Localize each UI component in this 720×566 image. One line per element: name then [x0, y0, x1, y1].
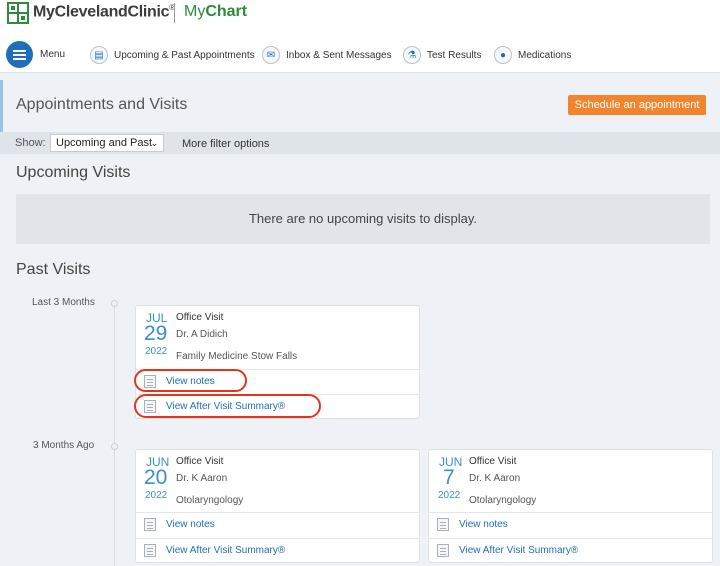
view-notes-link[interactable]: View notes: [459, 519, 508, 530]
timeline-dot: [111, 443, 118, 450]
visit-type: Office Visit: [176, 456, 224, 467]
schedule-appointment-button[interactable]: Schedule an appointment: [568, 95, 706, 115]
view-summary-row[interactable]: View After Visit Summary®: [429, 538, 712, 564]
upcoming-visits-title: Upcoming Visits: [16, 164, 131, 181]
upcoming-empty-box: There are no upcoming visits to display.: [16, 194, 710, 244]
nav-messages-label: Inbox & Sent Messages: [286, 49, 392, 61]
notes-icon: [144, 518, 156, 531]
document-icon: [437, 544, 449, 557]
view-notes-row[interactable]: View notes: [136, 512, 419, 538]
visit-year: 2022: [145, 346, 168, 357]
view-summary-row[interactable]: View After Visit Summary®: [136, 538, 419, 564]
timeline-label-last-3-months: Last 3 Months: [32, 297, 95, 308]
brand-name[interactable]: MyClevelandClinic®: [33, 3, 175, 21]
visit-doctor: Dr. K Aaron: [469, 473, 521, 484]
visit-department: Otolaryngology: [469, 495, 537, 506]
visit-year: 2022: [145, 490, 168, 501]
highlight-circle-notes: [134, 369, 247, 392]
nav-medications[interactable]: ● Medications: [494, 45, 571, 65]
document-icon: [144, 544, 156, 557]
visit-day: 20: [144, 466, 168, 489]
left-accent-bar: [0, 80, 3, 132]
brand-divider: [174, 3, 175, 23]
view-notes-row[interactable]: View notes: [429, 512, 712, 538]
view-after-visit-summary-link[interactable]: View After Visit Summary®: [459, 545, 578, 556]
upcoming-empty-text: There are no upcoming visits to display.: [248, 211, 478, 226]
timeline-label-3-months-ago: 3 Months Ago: [33, 440, 95, 451]
visit-doctor: Dr. A Didich: [176, 329, 228, 340]
visit-type: Office Visit: [176, 312, 224, 323]
page-title: Appointments and Visits: [16, 96, 188, 113]
mychart-logo[interactable]: MyChart: [184, 3, 247, 21]
envelope-icon: ✉: [262, 46, 280, 64]
visit-department: Otolaryngology: [176, 495, 244, 506]
nav-test-results[interactable]: ⚗ Test Results: [403, 45, 481, 65]
flask-icon: ⚗: [403, 46, 421, 64]
visit-department: Family Medicine Stow Falls: [176, 351, 298, 362]
nav-appointments[interactable]: ▤ Upcoming & Past Appointments: [90, 45, 255, 65]
calendar-icon: ▤: [90, 46, 108, 64]
show-filter-select[interactable]: Upcoming and Past ⌄: [50, 134, 164, 152]
nav-appointments-label: Upcoming & Past Appointments: [114, 49, 255, 61]
filter-bar: Show: Upcoming and Past ⌄ More filter op…: [0, 132, 720, 154]
visit-day: 29: [144, 322, 168, 345]
visit-day: 7: [443, 466, 455, 489]
past-visits-title: Past Visits: [16, 261, 91, 278]
highlight-circle-summary: [134, 394, 321, 418]
menu-button[interactable]: [6, 41, 33, 68]
more-filter-options-link[interactable]: More filter options: [182, 138, 269, 150]
nav-messages[interactable]: ✉ Inbox & Sent Messages: [262, 45, 392, 65]
visit-card[interactable]: JUN 20 2022 Office Visit Dr. K Aaron Oto…: [135, 449, 420, 563]
visit-type: Office Visit: [469, 456, 517, 467]
nav-medications-label: Medications: [518, 49, 572, 61]
menu-label[interactable]: Menu: [40, 49, 65, 60]
view-after-visit-summary-link[interactable]: View After Visit Summary®: [166, 545, 285, 556]
show-filter-value: Upcoming and Past: [56, 137, 152, 149]
view-notes-link[interactable]: View notes: [166, 519, 215, 530]
visit-year: 2022: [438, 490, 461, 501]
timeline-line: [114, 303, 115, 566]
nav-bar: Menu ▤ Upcoming & Past Appointments ✉ In…: [0, 36, 720, 73]
timeline-dot: [111, 300, 118, 307]
brand-bar: MyClevelandClinic® MyChart: [0, 0, 720, 36]
visit-card[interactable]: JUN 7 2022 Office Visit Dr. K Aaron Otol…: [428, 449, 713, 563]
cleveland-clinic-logo-icon: [7, 2, 29, 24]
pills-icon: ●: [494, 46, 512, 64]
notes-icon: [437, 518, 449, 531]
chevron-down-icon: ⌄: [150, 138, 158, 148]
visit-doctor: Dr. K Aaron: [176, 473, 228, 484]
nav-test-results-label: Test Results: [427, 49, 482, 61]
show-label: Show:: [15, 137, 46, 149]
